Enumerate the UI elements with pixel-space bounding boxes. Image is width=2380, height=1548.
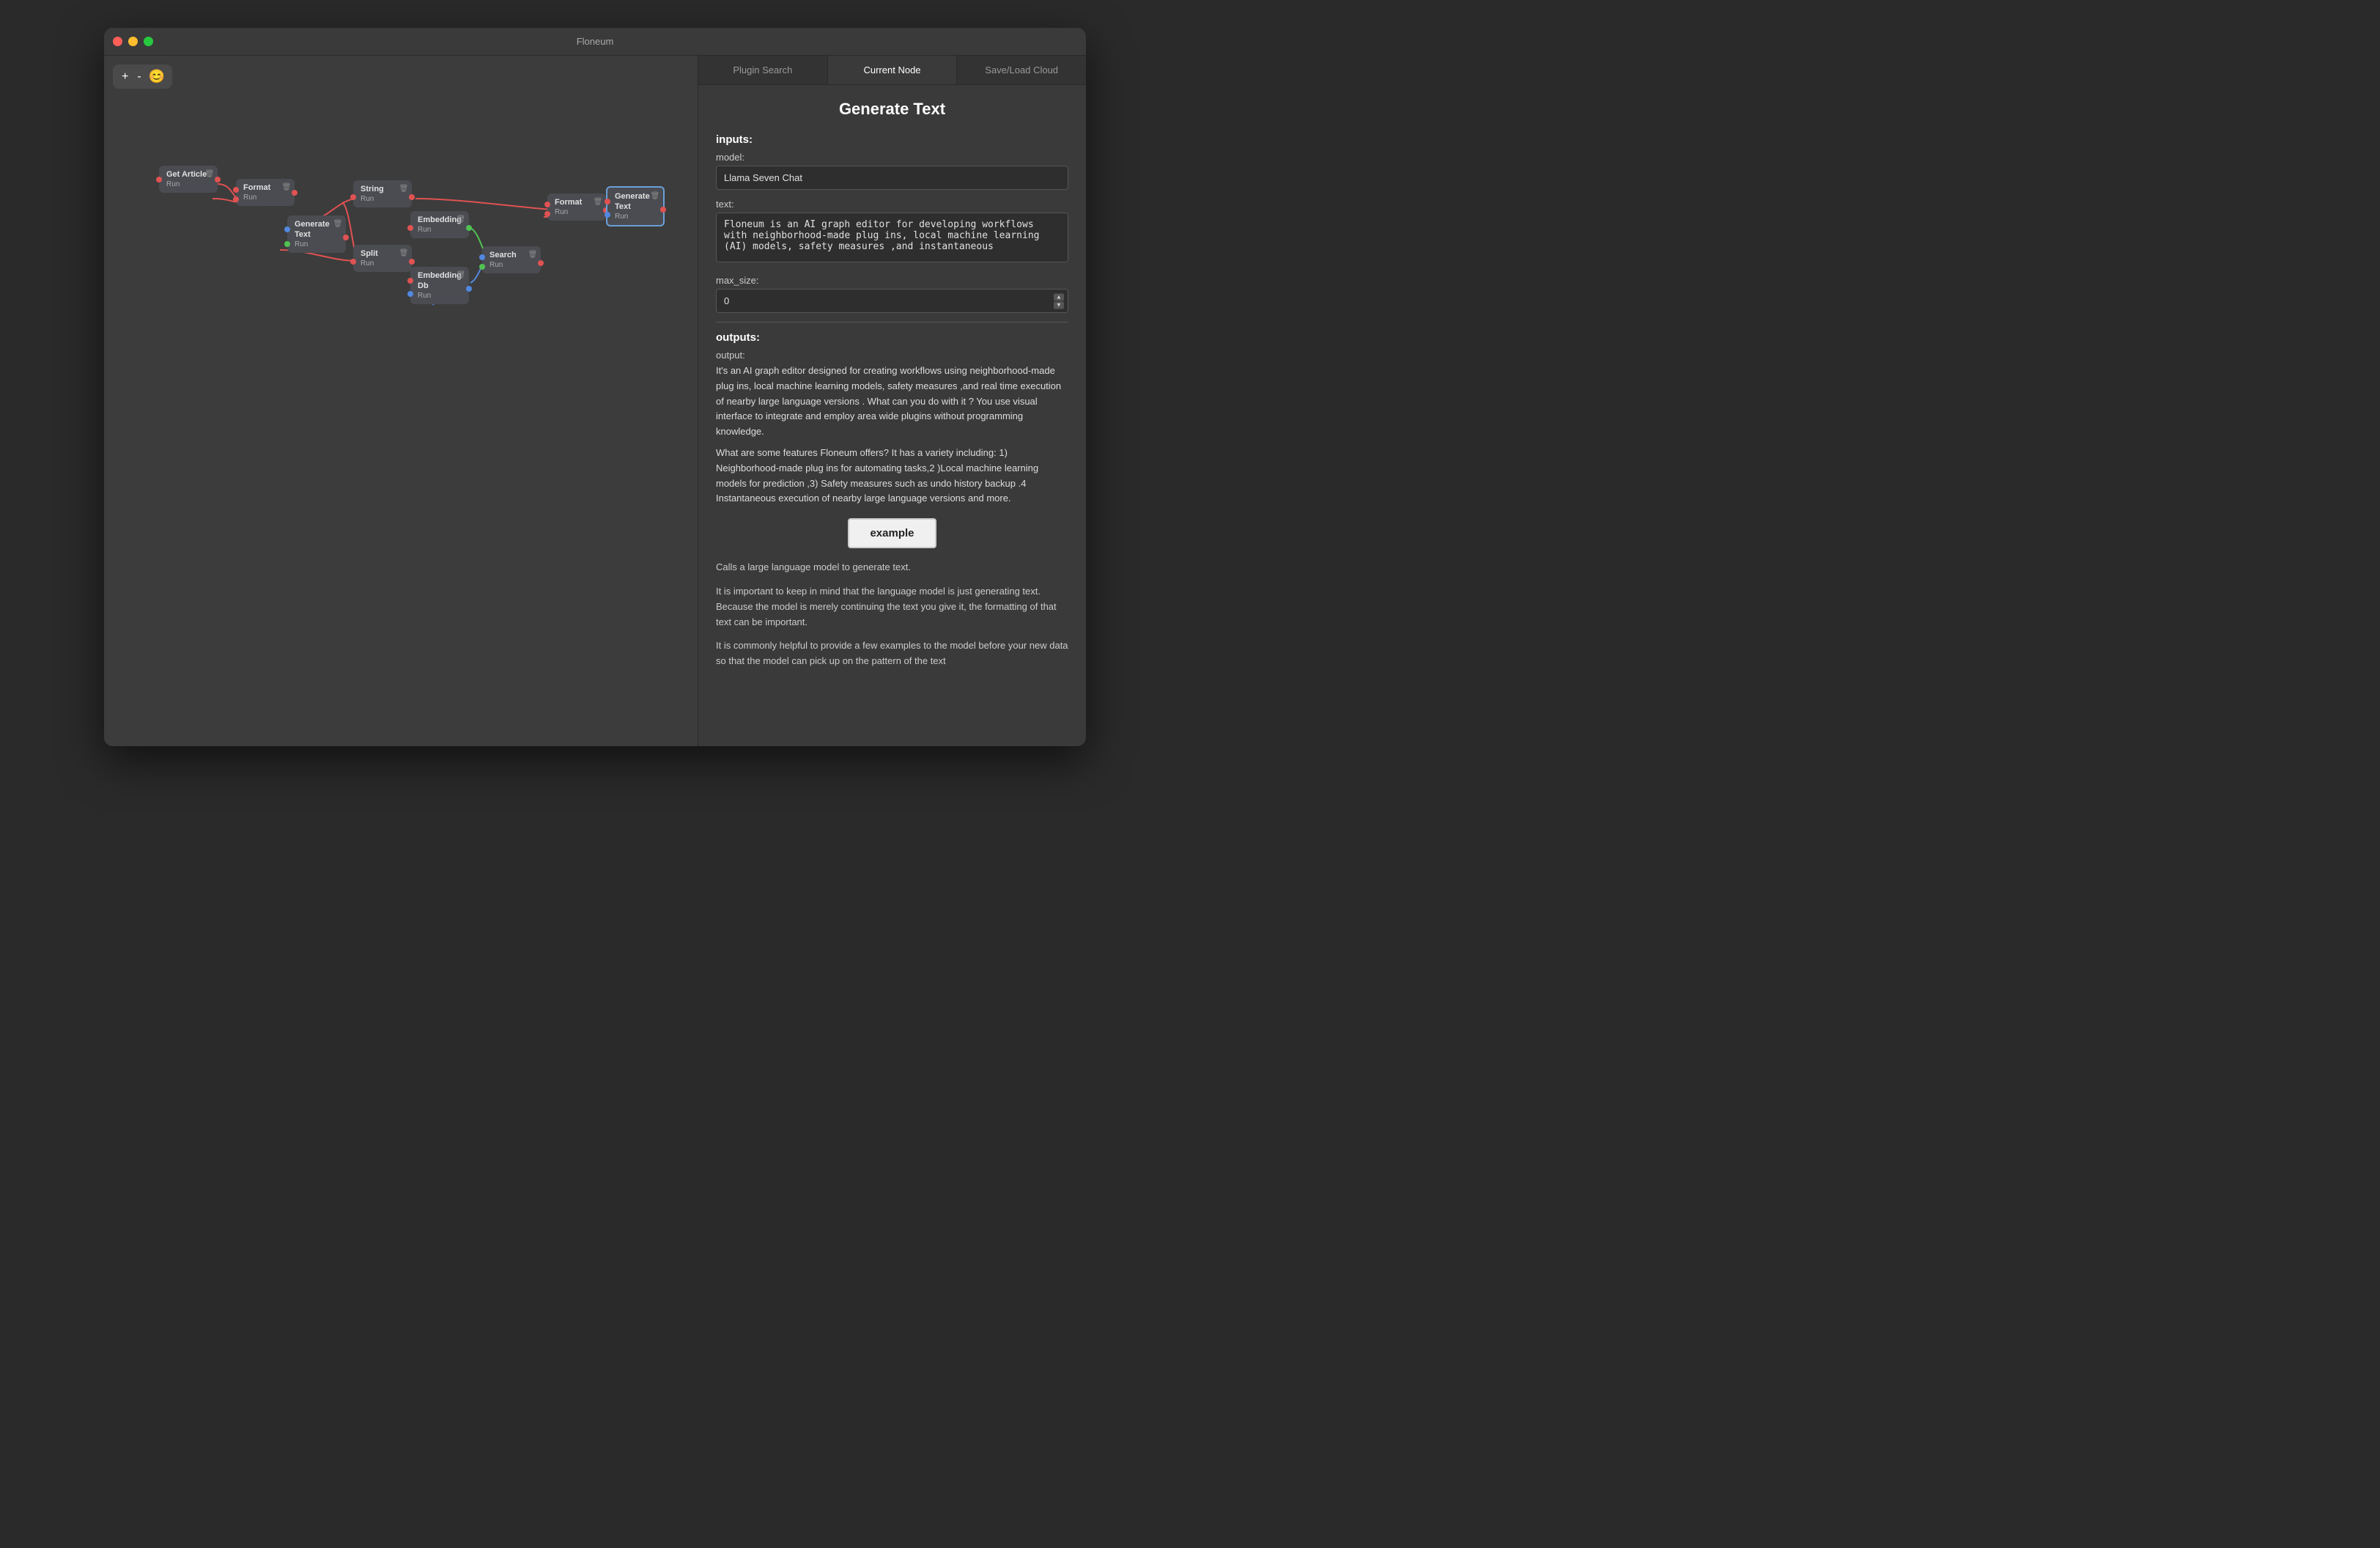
spinner-down[interactable]: ▼: [1054, 301, 1064, 309]
output-dot: [409, 259, 415, 265]
remove-node-button[interactable]: -: [136, 70, 142, 84]
node-search[interactable]: 🗑 Search Run: [482, 246, 541, 273]
main-content: + - 😊: [104, 56, 1086, 746]
canvas-panel: + - 😊: [104, 56, 698, 746]
input-dot-green: [479, 264, 485, 270]
input-dot-blue: [479, 254, 485, 260]
input-dot: [233, 187, 239, 193]
output-dot-red: [215, 177, 221, 183]
outputs-section: outputs: output: It's an AI graph editor…: [716, 331, 1068, 506]
spinner-up[interactable]: ▲: [1054, 293, 1064, 301]
output-dot: [538, 260, 544, 266]
canvas-toolbar: + - 😊: [113, 64, 172, 89]
node-get-article[interactable]: 🗑 Get Article Run: [159, 166, 218, 193]
output-dot: [343, 235, 349, 240]
input-dot: [407, 225, 413, 231]
output-text1: It's an AI graph editor designed for cre…: [716, 364, 1068, 440]
output-dot-blue: [466, 286, 472, 292]
trash-icon[interactable]: 🗑: [456, 270, 466, 280]
input-dot: [407, 278, 413, 284]
input-dot: [350, 194, 356, 200]
trash-icon[interactable]: 🗑: [399, 183, 409, 194]
traffic-lights: [113, 37, 153, 46]
trash-icon[interactable]: 🗑: [399, 248, 409, 258]
node-format1[interactable]: 🗑 Format Run: [236, 179, 295, 206]
connections-svg: [104, 56, 698, 746]
max-size-field-wrapper: ▲ ▼: [716, 289, 1068, 313]
node-split[interactable]: 🗑 Split Run: [353, 245, 412, 272]
input-dot2: [544, 211, 550, 217]
trash-icon[interactable]: 🗑: [528, 249, 538, 259]
trash-icon[interactable]: 🗑: [456, 214, 466, 224]
output-label: output:: [716, 350, 1068, 361]
output-dot: [409, 194, 415, 200]
node-format2[interactable]: 🗑 Format Run: [547, 194, 606, 221]
input-dot: [156, 177, 162, 183]
close-button[interactable]: [113, 37, 122, 46]
node-generate-text-active[interactable]: 🗑 Generate Text Run: [606, 186, 665, 226]
max-size-label: max_size:: [716, 275, 1068, 286]
number-spinner: ▲ ▼: [1054, 293, 1064, 309]
model-label: model:: [716, 152, 1068, 163]
inputs-heading: inputs:: [716, 133, 1068, 146]
model-input[interactable]: [716, 166, 1068, 190]
input-dot-blue: [605, 212, 610, 218]
output-dot: [292, 190, 298, 196]
text-label: text:: [716, 199, 1068, 210]
tab-save-load-cloud[interactable]: Save/Load Cloud: [957, 56, 1086, 84]
trash-icon[interactable]: 🗑: [650, 191, 660, 201]
desc1: Calls a large language model to generate…: [716, 560, 1068, 575]
input-dot: [605, 199, 610, 204]
node-embedding-db[interactable]: 🗑 Embedding Db Run: [410, 267, 469, 304]
minimize-button[interactable]: [128, 37, 138, 46]
output-text2: What are some features Floneum offers? I…: [716, 446, 1068, 506]
emoji-icon: 😊: [149, 69, 165, 84]
input-dot2: [233, 196, 239, 202]
input-dot: [350, 259, 356, 265]
trash-icon[interactable]: 🗑: [204, 169, 215, 179]
trash-icon[interactable]: 🗑: [281, 182, 292, 192]
input-dot-green: [284, 241, 290, 247]
example-button[interactable]: example: [848, 518, 936, 548]
tab-current-node[interactable]: Current Node: [828, 56, 958, 84]
trash-icon[interactable]: 🗑: [333, 218, 343, 229]
app-window: Floneum + - 😊: [104, 28, 1086, 746]
input-dot: [544, 202, 550, 207]
window-title: Floneum: [577, 36, 614, 47]
input-dot-blue: [407, 291, 413, 297]
add-node-button[interactable]: +: [120, 70, 130, 84]
text-input[interactable]: Floneum is an AI graph editor for develo…: [716, 213, 1068, 262]
titlebar: Floneum: [104, 28, 1086, 56]
node-string[interactable]: 🗑 String Run: [353, 180, 412, 207]
input-dot-blue: [284, 226, 290, 232]
desc3: It is commonly helpful to provide a few …: [716, 638, 1068, 669]
trash-icon[interactable]: 🗑: [593, 196, 603, 207]
panel-content: Generate Text inputs: model: text: Flone…: [698, 85, 1086, 746]
node-embedding1[interactable]: 🗑 Embedding Run: [410, 211, 469, 238]
outputs-heading: outputs:: [716, 331, 1068, 344]
maximize-button[interactable]: [144, 37, 153, 46]
panel-title: Generate Text: [716, 100, 1068, 119]
max-size-input[interactable]: [716, 289, 1068, 313]
desc2: It is important to keep in mind that the…: [716, 584, 1068, 630]
output-dot-green: [466, 225, 472, 231]
tab-plugin-search[interactable]: Plugin Search: [698, 56, 828, 84]
right-panel: Plugin Search Current Node Save/Load Clo…: [698, 56, 1086, 746]
tab-bar: Plugin Search Current Node Save/Load Clo…: [698, 56, 1086, 85]
output-dot: [660, 207, 666, 213]
node-generate-text1[interactable]: 🗑 Generate Text Run: [287, 215, 346, 253]
